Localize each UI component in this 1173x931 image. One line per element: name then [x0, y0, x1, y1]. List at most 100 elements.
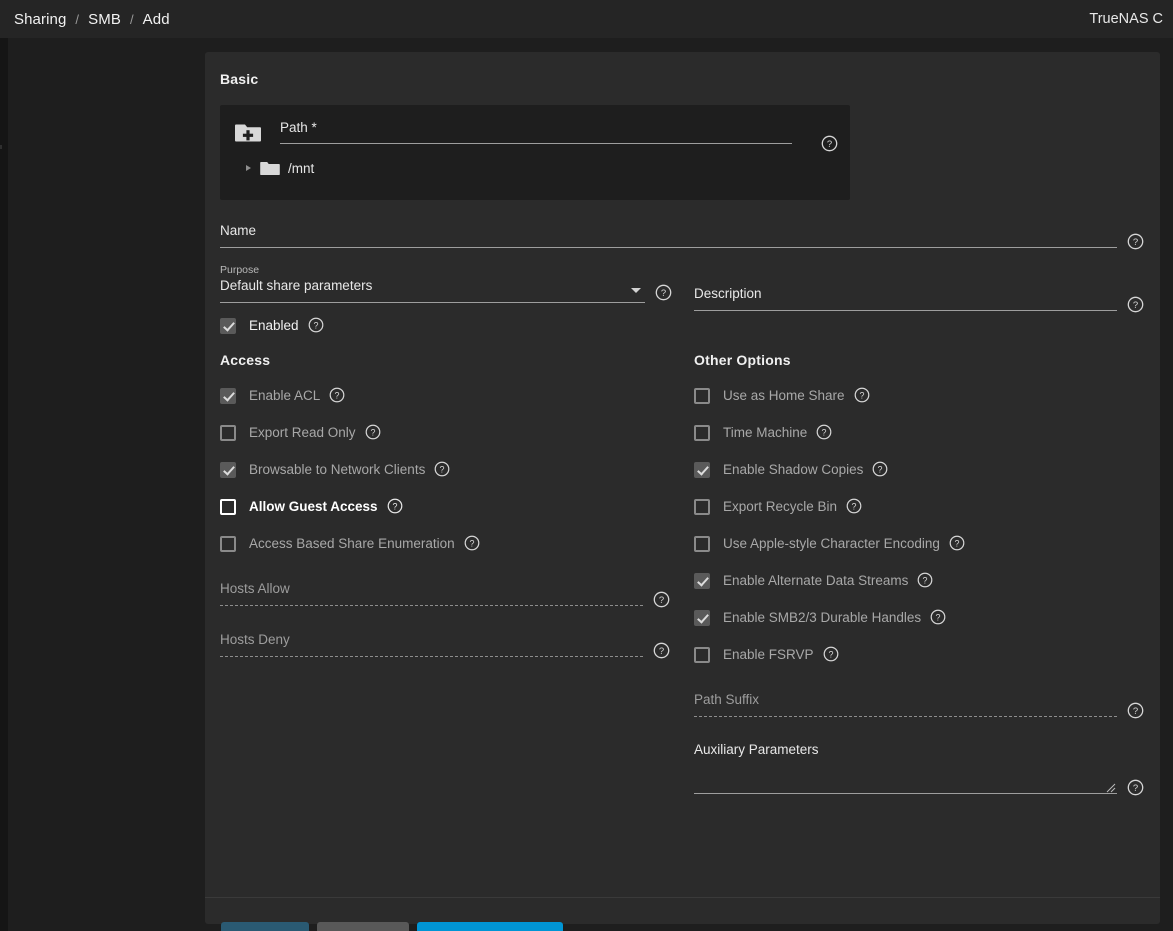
help-circle-icon[interactable]: ? — [653, 591, 670, 608]
svg-text:?: ? — [313, 320, 318, 330]
description-field-label: Description — [694, 285, 1117, 303]
form-area: Basic Path * — [205, 52, 1160, 845]
cancel-button[interactable]: CANCEL — [317, 922, 409, 931]
basic-section-heading: Basic — [220, 71, 258, 87]
checkbox-box[interactable] — [220, 318, 236, 334]
path-suffix-label: Path Suffix — [694, 691, 1117, 709]
checkbox-box[interactable] — [220, 536, 236, 552]
checkbox-access-based-share-enumeration[interactable]: Access Based Share Enumeration ? — [220, 535, 481, 552]
purpose-select[interactable]: Purpose Default share parameters ? — [220, 264, 672, 303]
chevron-down-icon[interactable] — [631, 288, 641, 293]
basic-options-button[interactable]: BASIC OPTIONS — [417, 922, 563, 931]
checkbox-box[interactable] — [694, 647, 710, 663]
checkbox-box[interactable] — [694, 573, 710, 589]
checkbox-enable-smb23-durable-handles[interactable]: Enable SMB2/3 Durable Handles ? — [694, 609, 947, 626]
checkbox-use-as-home-share[interactable]: Use as Home Share ? — [694, 387, 871, 404]
svg-text:?: ? — [1133, 300, 1138, 311]
checkbox-box[interactable] — [694, 499, 710, 515]
help-circle-icon[interactable]: ? — [854, 387, 871, 404]
hosts-allow-underline — [220, 605, 643, 606]
path-suffix-underline — [694, 716, 1117, 717]
help-circle-icon[interactable]: ? — [1127, 779, 1144, 796]
path-input-row: Path * ? — [234, 117, 836, 147]
checkbox-label: Enable ACL — [249, 388, 320, 403]
checkbox-box[interactable] — [694, 610, 710, 626]
hosts-allow-field[interactable]: Hosts Allow ? — [220, 580, 670, 606]
help-circle-icon[interactable]: ? — [917, 572, 934, 589]
help-circle-icon[interactable]: ? — [464, 535, 481, 552]
help-circle-icon[interactable]: ? — [308, 317, 325, 334]
help-circle-icon[interactable]: ? — [1127, 296, 1144, 313]
checkbox-enable-alternate-data-streams[interactable]: Enable Alternate Data Streams ? — [694, 572, 934, 589]
resize-handle-icon[interactable] — [1106, 780, 1116, 790]
help-circle-icon[interactable]: ? — [655, 284, 672, 301]
checkbox-export-read-only[interactable]: Export Read Only ? — [220, 424, 382, 441]
path-tree-item[interactable]: /mnt — [246, 160, 314, 176]
checkbox-label: Export Recycle Bin — [723, 499, 837, 514]
svg-text:?: ? — [335, 390, 340, 400]
svg-text:?: ? — [923, 575, 928, 585]
help-circle-icon[interactable]: ? — [930, 609, 947, 626]
help-circle-icon[interactable]: ? — [1127, 233, 1144, 250]
checkbox-label: Use Apple-style Character Encoding — [723, 536, 940, 551]
other-options-section-heading: Other Options — [694, 352, 791, 368]
auxiliary-parameters-field[interactable]: ? — [694, 742, 1144, 794]
checkbox-label: Time Machine — [723, 425, 807, 440]
help-circle-icon[interactable]: ? — [434, 461, 451, 478]
checkbox-box[interactable] — [694, 462, 710, 478]
svg-text:?: ? — [828, 649, 833, 659]
help-circle-icon[interactable]: ? — [949, 535, 966, 552]
path-suffix-field[interactable]: Path Suffix ? — [694, 691, 1144, 717]
checkbox-box[interactable] — [694, 388, 710, 404]
sidebar-rail[interactable] — [0, 38, 8, 931]
checkbox-enabled[interactable]: Enabled ? — [220, 317, 325, 334]
chevron-right-icon[interactable] — [246, 165, 251, 171]
checkbox-label: Export Read Only — [249, 425, 356, 440]
checkbox-enable-shadow-copies[interactable]: Enable Shadow Copies ? — [694, 461, 889, 478]
checkbox-use-apple-style-character-encoding[interactable]: Use Apple-style Character Encoding ? — [694, 535, 966, 552]
auxiliary-parameters-textarea[interactable] — [694, 742, 1117, 794]
checkbox-time-machine[interactable]: Time Machine ? — [694, 424, 833, 441]
truenas-smb-add-page: Sharing / SMB / Add TrueNAS C Basic — [0, 0, 1173, 931]
help-circle-icon[interactable]: ? — [387, 498, 404, 515]
folder-add-icon[interactable] — [234, 119, 262, 147]
help-circle-icon[interactable]: ? — [872, 461, 889, 478]
smb-share-form-card: Basic Path * — [205, 52, 1160, 924]
path-field[interactable]: Path * — [280, 117, 792, 144]
help-circle-icon[interactable]: ? — [653, 642, 670, 659]
checkbox-allow-guest-access[interactable]: Allow Guest Access ? — [220, 498, 404, 515]
breadcrumb-item-smb[interactable]: SMB — [88, 11, 121, 28]
name-field-underline — [220, 247, 1117, 248]
help-circle-icon[interactable]: ? — [823, 646, 840, 663]
breadcrumb-item-add: Add — [143, 11, 170, 28]
help-circle-icon[interactable]: ? — [365, 424, 382, 441]
checkbox-browsable-to-network-clients[interactable]: Browsable to Network Clients ? — [220, 461, 451, 478]
name-field[interactable]: Name ? — [220, 222, 1144, 248]
checkbox-export-recycle-bin[interactable]: Export Recycle Bin ? — [694, 498, 863, 515]
help-circle-icon[interactable]: ? — [816, 424, 833, 441]
description-field[interactable]: Description ? — [694, 285, 1144, 311]
help-circle-icon[interactable]: ? — [821, 135, 838, 152]
top-bar: Sharing / SMB / Add TrueNAS C — [0, 0, 1173, 38]
checkbox-box[interactable] — [220, 462, 236, 478]
purpose-underline — [220, 302, 645, 303]
svg-text:?: ? — [1133, 706, 1138, 717]
submit-button[interactable]: SUBMIT — [221, 922, 309, 931]
checkbox-box[interactable] — [220, 388, 236, 404]
checkbox-enable-acl[interactable]: Enable ACL ? — [220, 387, 346, 404]
description-field-underline — [694, 310, 1117, 311]
breadcrumb-item-sharing[interactable]: Sharing — [14, 11, 66, 28]
svg-text:?: ? — [370, 427, 375, 437]
checkbox-enable-fsrvp[interactable]: Enable FSRVP ? — [694, 646, 840, 663]
help-circle-icon[interactable]: ? — [846, 498, 863, 515]
breadcrumb-separator: / — [75, 12, 79, 27]
checkbox-label: Enable SMB2/3 Durable Handles — [723, 610, 921, 625]
checkbox-box[interactable] — [694, 425, 710, 441]
access-section-heading: Access — [220, 352, 270, 368]
help-circle-icon[interactable]: ? — [329, 387, 346, 404]
checkbox-box[interactable] — [220, 425, 236, 441]
hosts-deny-field[interactable]: Hosts Deny ? — [220, 631, 670, 657]
checkbox-box[interactable] — [694, 536, 710, 552]
help-circle-icon[interactable]: ? — [1127, 702, 1144, 719]
checkbox-box[interactable] — [220, 499, 236, 515]
